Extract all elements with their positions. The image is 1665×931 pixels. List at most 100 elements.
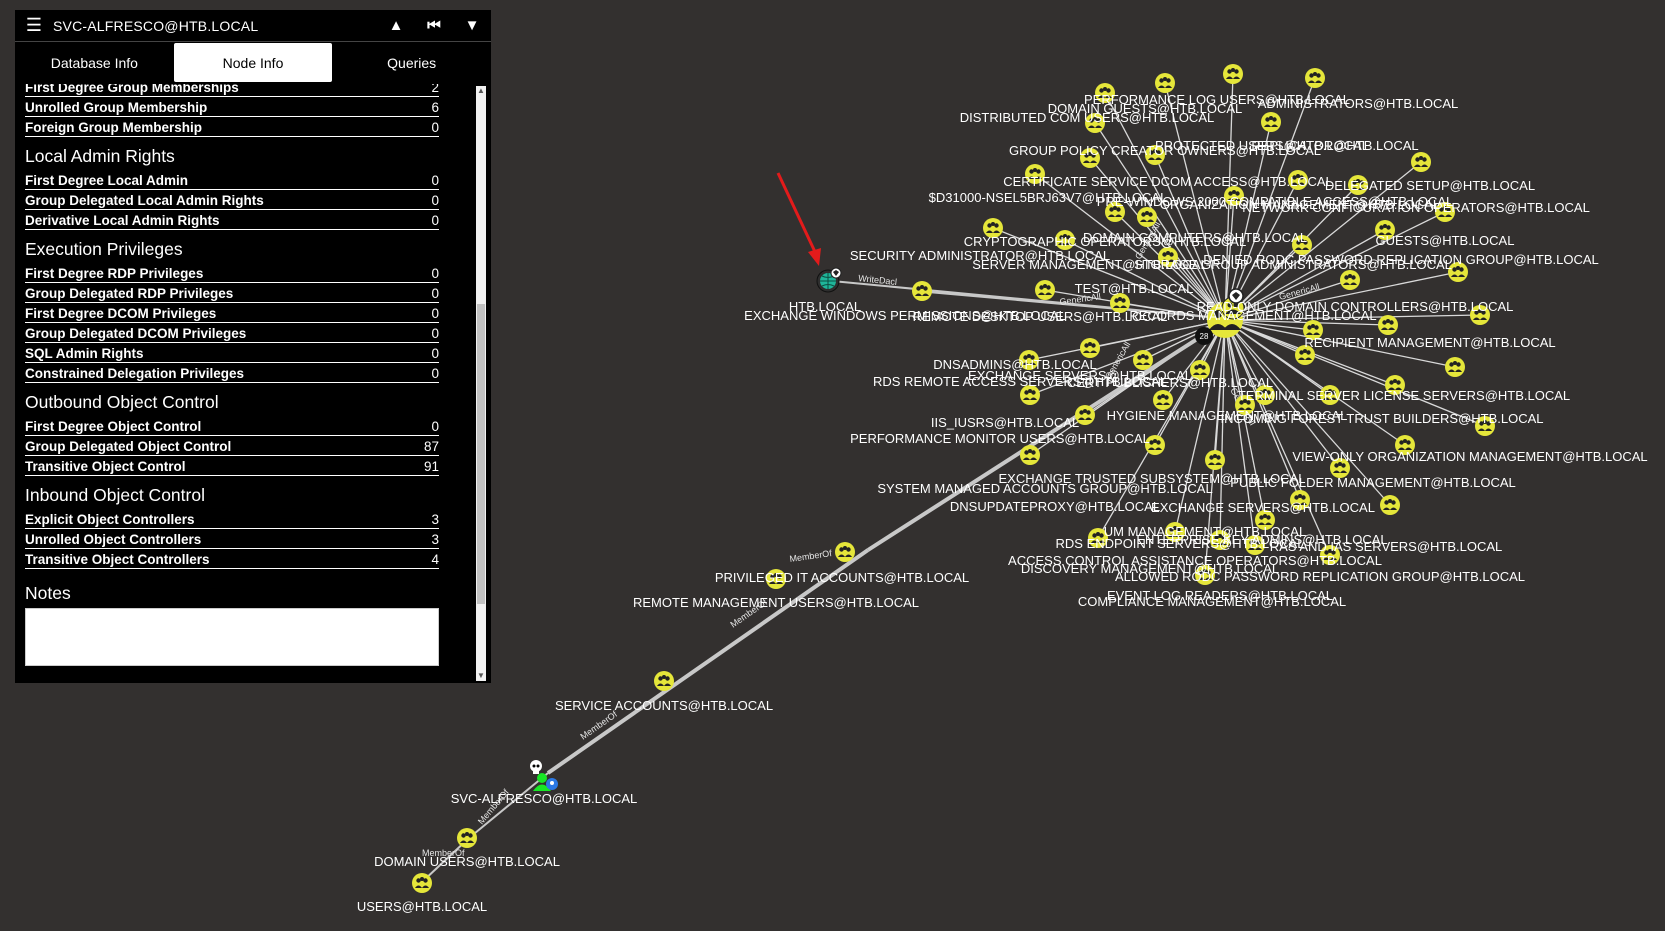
node-label: TEST@HTB.LOCAL [1075, 281, 1194, 296]
section-title-execution: Execution Privileges [25, 239, 183, 259]
group-node[interactable] [1305, 68, 1325, 88]
row-label: First Degree Group Memberships [25, 84, 239, 95]
row-label: Group Delegated RDP Privileges [25, 286, 234, 301]
notes-textarea[interactable] [25, 608, 439, 666]
group-node[interactable] [1340, 270, 1360, 290]
row-value: 0 [431, 286, 439, 301]
row-label: Transitive Object Control [25, 459, 186, 474]
group-node[interactable] [1020, 445, 1040, 465]
node-label-svc-alfresco: SVC-ALFRESCO@HTB.LOCAL [451, 791, 638, 806]
group-node-exchange-windows-permissions[interactable] [912, 281, 932, 301]
row-value: 0 [431, 213, 439, 228]
group-node-domain-users[interactable] [457, 828, 477, 848]
road-icon[interactable]: ▲ [377, 17, 415, 34]
annotation-arrow [776, 172, 821, 266]
row-label: Group Delegated Local Admin Rights [25, 193, 264, 208]
row-label: Unrolled Object Controllers [25, 532, 202, 547]
row-transitive-object-control[interactable]: Transitive Object Control 91 [25, 456, 439, 476]
group-node-users[interactable] [412, 873, 432, 893]
row-unrolled-object-controllers[interactable]: Unrolled Object Controllers 3 [25, 529, 439, 549]
group-node[interactable] [1133, 350, 1153, 370]
row-first-degree-rdp[interactable]: First Degree RDP Privileges 0 [25, 263, 439, 283]
row-label: First Degree DCOM Privileges [25, 306, 217, 321]
row-first-degree-object-control[interactable]: First Degree Object Control 0 [25, 416, 439, 436]
node-label: PUBLIC FOLDER MANAGEMENT@HTB.LOCAL [1230, 475, 1516, 490]
row-label: Group Delegated Object Control [25, 439, 232, 454]
row-value: 3 [431, 532, 439, 547]
row-first-degree-group-memberships[interactable]: First Degree Group Memberships 2 [25, 84, 439, 97]
node-label: RECIPIENT MANAGEMENT@HTB.LOCAL [1304, 335, 1555, 350]
tab-node-info[interactable]: Node Info [173, 43, 333, 82]
section-title-local-admin: Local Admin Rights [25, 146, 175, 166]
row-value: 0 [431, 306, 439, 321]
node-label: TERMINAL SERVER LICENSE SERVERS@HTB.LOCA… [1238, 388, 1570, 403]
node-label: EXCHANGE SERVERS@HTB.LOCAL [1151, 500, 1375, 515]
group-node[interactable] [1445, 357, 1465, 377]
row-unrolled-group-membership[interactable]: Unrolled Group Membership 6 [25, 97, 439, 117]
row-label: Transitive Object Controllers [25, 552, 210, 567]
row-transitive-object-controllers[interactable]: Transitive Object Controllers 4 [25, 549, 439, 569]
node-label: VIEW-ONLY ORGANIZATION MANAGEMENT@HTB.LO… [1292, 449, 1647, 464]
node-label: CRYPTOGRAPHIC OPERATORS@HTB.LOCAL [964, 234, 1246, 249]
user-node-svc-alfresco[interactable] [530, 760, 558, 791]
group-node[interactable] [1378, 315, 1398, 335]
scroll-up-icon[interactable]: ▲ [476, 86, 486, 96]
node-label: ENTERPRISE KEY ADMINS@HTB.LOCAL [1136, 532, 1387, 547]
row-value: 87 [423, 439, 439, 454]
group-node[interactable] [1035, 280, 1055, 300]
row-constrained-delegation[interactable]: Constrained Delegation Privileges 0 [25, 363, 439, 383]
row-value: 0 [431, 120, 439, 135]
group-node[interactable] [1205, 450, 1225, 470]
row-group-delegated-object-control[interactable]: Group Delegated Object Control 87 [25, 436, 439, 456]
row-label: First Degree Local Admin [25, 173, 189, 188]
group-node[interactable] [1380, 495, 1400, 515]
selected-node-title: SVC-ALFRESCO@HTB.LOCAL [53, 17, 259, 34]
panel-tabs: Database Info Node Info Queries [15, 42, 491, 84]
panel-scrollbar[interactable]: ▲ ▼ [470, 84, 491, 683]
section-title-outbound: Outbound Object Control [25, 392, 219, 412]
row-label: Derivative Local Admin Rights [25, 213, 220, 228]
tab-database-info[interactable]: Database Info [15, 42, 174, 84]
group-node[interactable] [1411, 152, 1431, 172]
group-node[interactable] [1080, 338, 1100, 358]
row-explicit-object-controllers[interactable]: Explicit Object Controllers 3 [25, 509, 439, 529]
node-label: CERTIFICATE SERVICE DCOM ACCESS@HTB.LOCA… [1003, 174, 1333, 189]
row-label: First Degree RDP Privileges [25, 266, 204, 281]
edge-label-memberof-1: MemberOf [789, 548, 833, 564]
node-label: DISCOVERY MANAGEMENT@HTB.LOCAL [1021, 561, 1279, 576]
skip-back-icon[interactable]: ⏮ [415, 17, 453, 34]
group-node[interactable] [1261, 112, 1281, 132]
row-value: 0 [431, 366, 439, 381]
group-node[interactable] [1223, 64, 1243, 84]
user-icon [537, 773, 547, 783]
row-first-degree-local-admin[interactable]: First Degree Local Admin 0 [25, 170, 439, 190]
scroll-down-icon[interactable]: ▼ [476, 671, 486, 681]
row-first-degree-dcom[interactable]: First Degree DCOM Privileges 0 [25, 303, 439, 323]
node-label-remote-management: REMOTE MANAGEMENT USERS@HTB.LOCAL [633, 595, 919, 610]
row-group-delegated-local-admin[interactable]: Group Delegated Local Admin Rights 0 [25, 190, 439, 210]
group-node-privileged-it[interactable] [835, 542, 855, 562]
group-node[interactable] [1155, 73, 1175, 93]
row-value: 91 [423, 459, 439, 474]
scrollbar-thumb[interactable] [477, 304, 485, 604]
row-label: Group Delegated DCOM Privileges [25, 326, 247, 341]
row-foreign-group-membership[interactable]: Foreign Group Membership 0 [25, 117, 439, 137]
row-derivative-local-admin[interactable]: Derivative Local Admin Rights 0 [25, 210, 439, 230]
row-group-delegated-rdp[interactable]: Group Delegated RDP Privileges 0 [25, 283, 439, 303]
tab-queries[interactable]: Queries [332, 42, 491, 84]
row-value: 0 [431, 346, 439, 361]
row-label: Constrained Delegation Privileges [25, 366, 245, 381]
menu-icon[interactable]: ☰ [15, 15, 53, 36]
filter-icon[interactable]: ▼ [453, 17, 491, 34]
row-label: First Degree Object Control [25, 419, 202, 434]
domain-node-htb[interactable] [816, 267, 842, 293]
node-label-privileged-it: PRIVILEGED IT ACCOUNTS@HTB.LOCAL [715, 570, 969, 585]
row-sql-admin[interactable]: SQL Admin Rights 0 [25, 343, 439, 363]
row-value: 0 [431, 173, 439, 188]
row-group-delegated-dcom[interactable]: Group Delegated DCOM Privileges 0 [25, 323, 439, 343]
node-label: IIS_IUSRS@HTB.LOCAL [931, 415, 1079, 430]
row-value: 0 [431, 419, 439, 434]
group-node[interactable] [1153, 390, 1173, 410]
group-node-service-accounts[interactable] [654, 671, 674, 691]
group-node[interactable] [1137, 207, 1157, 227]
